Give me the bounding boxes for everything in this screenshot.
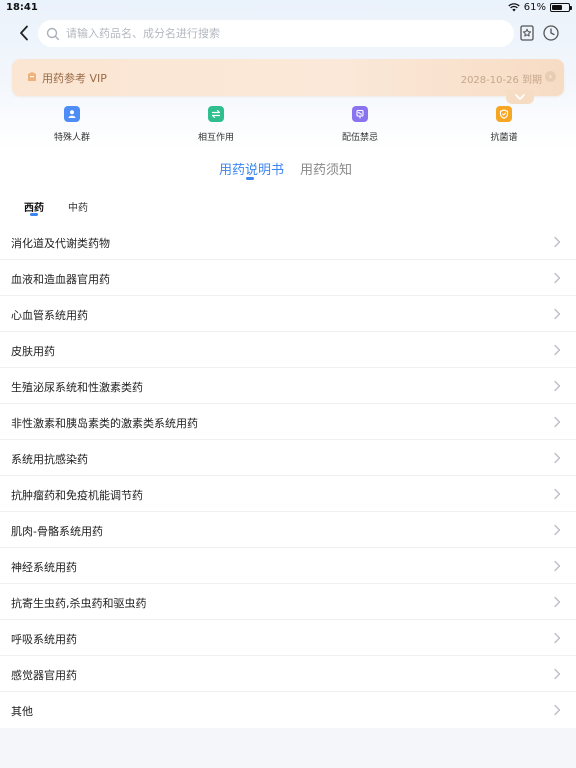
list-item-label: 非性激素和胰岛素类的激素类系统用药 <box>11 417 198 430</box>
status-bar: 18:41 61% <box>0 0 576 16</box>
subtab-active-indicator <box>30 213 38 216</box>
tab-instructions[interactable]: 用药说明书 <box>219 159 284 178</box>
list-item[interactable]: 肌肉-骨骼系统用药 <box>0 512 576 548</box>
chevron-right-icon <box>554 416 561 428</box>
list-item-label: 肌肉-骨骼系统用药 <box>11 525 103 538</box>
search-box[interactable] <box>38 20 514 47</box>
search-input[interactable] <box>66 27 486 40</box>
list-item[interactable]: 生殖泌尿系统和性激素类药 <box>0 368 576 404</box>
list-item-label: 生殖泌尿系统和性激素类药 <box>11 381 143 394</box>
chevron-right-icon <box>554 380 561 392</box>
list-item[interactable]: 感觉器官用药 <box>0 656 576 692</box>
swap-arrows-icon <box>208 106 224 122</box>
list-item[interactable]: 心血管系统用药 <box>0 296 576 332</box>
tool-label: 相互作用 <box>197 133 234 143</box>
chevron-right-icon <box>554 704 561 716</box>
tool-incompatibility[interactable]: 配伍禁忌 <box>315 106 405 143</box>
list-item[interactable]: 系统用抗感染药 <box>0 440 576 476</box>
list-item-label: 呼吸系统用药 <box>11 633 77 646</box>
list-item[interactable]: 非性激素和胰岛素类的激素类系统用药 <box>0 404 576 440</box>
chevron-right-icon <box>554 344 561 356</box>
chevron-right-icon <box>554 272 561 284</box>
list-item[interactable]: 抗肿瘤药和免疫机能调节药 <box>0 476 576 512</box>
list-item-label: 抗寄生虫药,杀虫药和驱虫药 <box>11 597 147 610</box>
tool-label: 特殊人群 <box>53 133 90 143</box>
list-item-label: 血液和造血器官用药 <box>11 273 110 286</box>
list-item-label: 感觉器官用药 <box>11 669 77 682</box>
collapse-chevron-icon[interactable] <box>506 90 534 104</box>
wifi-icon <box>508 3 520 12</box>
tab-active-indicator <box>246 177 254 180</box>
list-item-label: 消化道及代谢类药物 <box>11 237 110 250</box>
vip-badge-icon <box>28 72 36 81</box>
sub-tabs: 西药 中药 <box>0 184 576 224</box>
vip-title: 用药参考 VIP <box>42 72 107 85</box>
subtab-western-medicine[interactable]: 西药 <box>24 199 44 214</box>
chevron-right-icon <box>554 488 561 500</box>
list-item[interactable]: 消化道及代谢类药物 <box>0 224 576 260</box>
chevron-right-icon <box>554 632 561 644</box>
bookmark-star-icon[interactable] <box>518 24 536 42</box>
tool-interactions[interactable]: 相互作用 <box>171 106 261 143</box>
list-item[interactable]: 其他 <box>0 692 576 728</box>
chevron-right-icon <box>554 524 561 536</box>
back-arrow-icon[interactable] <box>14 23 34 43</box>
battery-icon <box>550 3 572 12</box>
chevron-right-icon <box>554 236 561 248</box>
history-clock-icon[interactable] <box>542 24 560 42</box>
person-badge-icon <box>64 106 80 122</box>
list-item[interactable]: 皮肤用药 <box>0 332 576 368</box>
list-item-label: 其他 <box>11 705 33 718</box>
subtab-chinese-medicine[interactable]: 中药 <box>68 199 88 214</box>
list-item[interactable]: 神经系统用药 <box>0 548 576 584</box>
search-icon <box>46 27 60 40</box>
battery-fill <box>552 5 562 10</box>
status-indicators: 61% <box>508 2 572 13</box>
tool-antibacterial-spectrum[interactable]: 抗菌谱 <box>459 106 549 143</box>
tool-label: 配伍禁忌 <box>341 133 378 143</box>
category-list: 消化道及代谢类药物 血液和造血器官用药 心血管系统用药 皮肤用药生殖泌尿系统和性激素类… <box>0 224 576 728</box>
list-item[interactable]: 血液和造血器官用药 <box>0 260 576 296</box>
list-item-label: 系统用抗感染药 <box>11 453 88 466</box>
status-time: 18:41 <box>6 2 38 13</box>
tool-label: 抗菌谱 <box>490 133 518 143</box>
list-item-label: 抗肿瘤药和免疫机能调节药 <box>11 489 143 502</box>
incompatibility-icon <box>352 106 368 122</box>
vip-arrow-icon[interactable]: › <box>545 71 556 82</box>
shield-icon <box>496 106 512 122</box>
list-item-label: 皮肤用药 <box>11 345 55 358</box>
chevron-right-icon <box>554 452 561 464</box>
list-item[interactable]: 呼吸系统用药 <box>0 620 576 656</box>
vip-expiry-date: 2028-10-26 到期 <box>460 75 542 86</box>
tab-medication-notes[interactable]: 用药须知 <box>300 159 352 178</box>
chevron-right-icon <box>554 668 561 680</box>
list-item-label: 神经系统用药 <box>11 561 77 574</box>
tool-special-population[interactable]: 特殊人群 <box>27 106 117 143</box>
main-tabs: 用药说明书 用药须知 <box>0 150 576 184</box>
battery-percent: 61% <box>523 2 546 13</box>
list-item-label: 心血管系统用药 <box>11 309 88 322</box>
chevron-right-icon <box>554 596 561 608</box>
vip-banner[interactable]: 用药参考 VIP 2028-10-26 到期 › <box>12 59 564 96</box>
chevron-right-icon <box>554 308 561 320</box>
list-item[interactable]: 抗寄生虫药,杀虫药和驱虫药 <box>0 584 576 620</box>
chevron-right-icon <box>554 560 561 572</box>
